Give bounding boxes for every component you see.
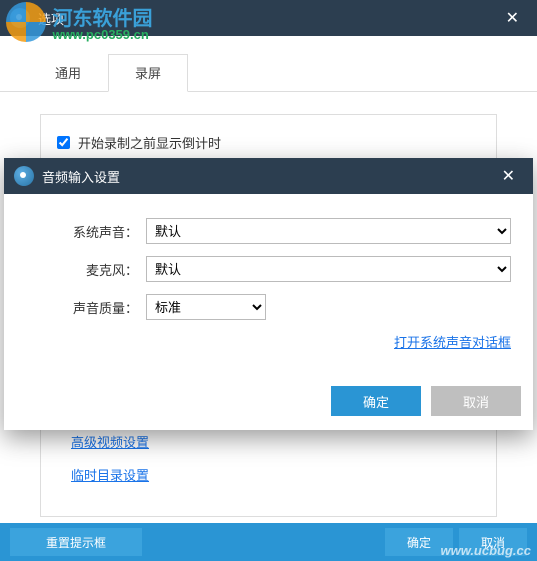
- label-quality: 声音质量：: [26, 298, 146, 317]
- countdown-checkbox[interactable]: [57, 136, 70, 149]
- reset-hints-button[interactable]: 重置提示框: [10, 528, 142, 556]
- main-footer: 重置提示框 确定 取消: [0, 523, 537, 561]
- dialog-app-icon: [14, 166, 34, 186]
- main-close-button[interactable]: ✕: [498, 4, 527, 32]
- dialog-titlebar: 音频输入设置 ✕: [4, 158, 533, 194]
- main-title: 选项: [38, 9, 64, 28]
- dialog-cancel-button[interactable]: 取消: [431, 386, 521, 416]
- link-advanced-video[interactable]: 高级视频设置: [71, 432, 480, 451]
- audio-input-dialog: 音频输入设置 ✕ 系统声音： 默认 麦克风： 默认 声音质量： 标准 打开系统声…: [4, 158, 533, 430]
- app-icon: [10, 8, 30, 28]
- main-ok-button[interactable]: 确定: [385, 528, 453, 556]
- link-temp-dir[interactable]: 临时目录设置: [71, 465, 480, 484]
- tabs: 通用 录屏: [0, 36, 537, 92]
- dialog-title: 音频输入设置: [42, 167, 120, 186]
- dialog-close-button[interactable]: ✕: [494, 162, 523, 190]
- microphone-select[interactable]: 默认: [146, 256, 511, 282]
- label-microphone: 麦克风：: [26, 260, 146, 279]
- dialog-footer: 确定 取消: [4, 378, 533, 430]
- tab-general[interactable]: 通用: [28, 54, 108, 91]
- main-cancel-button[interactable]: 取消: [459, 528, 527, 556]
- system-sound-select[interactable]: 默认: [146, 218, 511, 244]
- label-system-sound: 系统声音：: [26, 222, 146, 241]
- checkbox-row-countdown: 开始录制之前显示倒计时: [57, 133, 480, 152]
- main-titlebar: 选项 ✕: [0, 0, 537, 36]
- countdown-label: 开始录制之前显示倒计时: [78, 133, 221, 152]
- open-system-sound-link[interactable]: 打开系统声音对话框: [394, 335, 511, 350]
- tab-record[interactable]: 录屏: [108, 54, 188, 92]
- dialog-ok-button[interactable]: 确定: [331, 386, 421, 416]
- quality-select[interactable]: 标准: [146, 294, 266, 320]
- dialog-body: 系统声音： 默认 麦克风： 默认 声音质量： 标准 打开系统声音对话框: [4, 194, 533, 378]
